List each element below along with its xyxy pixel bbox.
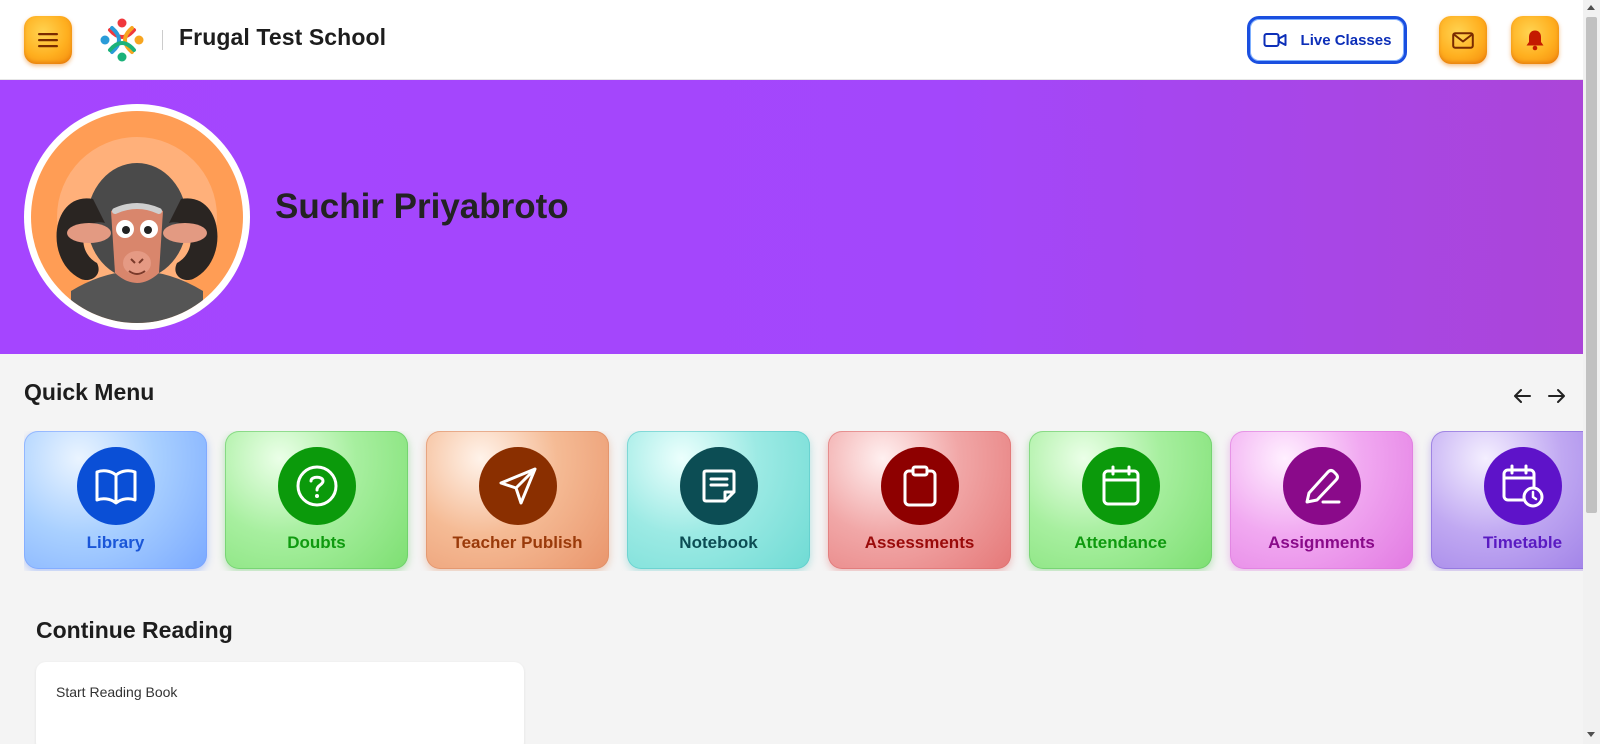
reading-card-text: Start Reading Book bbox=[56, 684, 178, 700]
live-classes-label: Live Classes bbox=[1300, 31, 1392, 49]
tile-label: Library bbox=[86, 533, 145, 552]
quick-menu-teacher-publish[interactable]: Teacher Publish bbox=[426, 431, 609, 569]
quick-menu-tiles: Library Doubts Teacher Publish Notebook … bbox=[24, 431, 1583, 571]
question-icon bbox=[296, 465, 337, 507]
scrollbar-thumb[interactable] bbox=[1586, 17, 1597, 513]
tile-label: Assignments bbox=[1268, 533, 1375, 552]
quick-menu-notebook[interactable]: Notebook bbox=[627, 431, 810, 569]
user-name: Suchir Priyabroto bbox=[275, 187, 569, 226]
scroll-right-button[interactable] bbox=[1545, 384, 1569, 408]
calendar-clock-icon bbox=[1502, 464, 1543, 508]
notifications-button[interactable] bbox=[1511, 16, 1559, 64]
quick-menu-doubts[interactable]: Doubts bbox=[225, 431, 408, 569]
scroll-left-button[interactable] bbox=[1510, 384, 1534, 408]
page-scrollbar[interactable] bbox=[1583, 0, 1600, 744]
arrow-right-icon bbox=[1548, 389, 1565, 403]
school-logo bbox=[100, 18, 144, 62]
live-classes-button[interactable]: Live Classes bbox=[1247, 16, 1407, 64]
school-name: Frugal Test School bbox=[179, 24, 387, 50]
ram-avatar-icon bbox=[31, 111, 243, 323]
top-header: Frugal Test School Live Classes bbox=[0, 0, 1583, 80]
quick-menu-library[interactable]: Library bbox=[24, 431, 207, 569]
quick-menu-attendance[interactable]: Attendance bbox=[1029, 431, 1212, 569]
mail-button[interactable] bbox=[1439, 16, 1487, 64]
bell-icon bbox=[1526, 30, 1544, 51]
hamburger-icon bbox=[38, 33, 58, 48]
clipboard-icon bbox=[903, 465, 936, 507]
tile-label: Timetable bbox=[1482, 533, 1563, 552]
quick-menu-timetable[interactable]: Timetable bbox=[1431, 431, 1583, 569]
note-icon bbox=[702, 469, 735, 503]
arrow-left-icon bbox=[1514, 389, 1531, 403]
send-icon bbox=[499, 467, 536, 505]
mail-icon bbox=[1452, 31, 1474, 49]
tile-label: Attendance bbox=[1074, 533, 1167, 552]
avatar[interactable] bbox=[24, 104, 250, 330]
tile-label: Teacher Publish bbox=[452, 533, 583, 552]
book-icon bbox=[95, 469, 136, 505]
continue-reading-title: Continue Reading bbox=[36, 617, 233, 643]
reading-card[interactable]: Start Reading Book bbox=[36, 662, 524, 744]
scroll-up-arrow-icon[interactable] bbox=[1587, 5, 1595, 10]
profile-banner: Suchir Priyabroto bbox=[0, 80, 1583, 354]
tile-label: Doubts bbox=[287, 533, 346, 552]
menu-button[interactable] bbox=[24, 16, 72, 64]
video-camera-icon bbox=[1263, 33, 1287, 47]
scroll-down-arrow-icon[interactable] bbox=[1587, 732, 1595, 737]
pen-icon bbox=[1305, 469, 1340, 504]
calendar-icon bbox=[1102, 465, 1139, 506]
tile-label: Notebook bbox=[679, 533, 758, 552]
quick-menu-title: Quick Menu bbox=[24, 379, 155, 405]
quick-menu-assignments[interactable]: Assignments bbox=[1230, 431, 1413, 569]
quick-menu-assessments[interactable]: Assessments bbox=[828, 431, 1011, 569]
logo-divider bbox=[162, 30, 163, 50]
tile-label: Assessments bbox=[864, 533, 975, 552]
